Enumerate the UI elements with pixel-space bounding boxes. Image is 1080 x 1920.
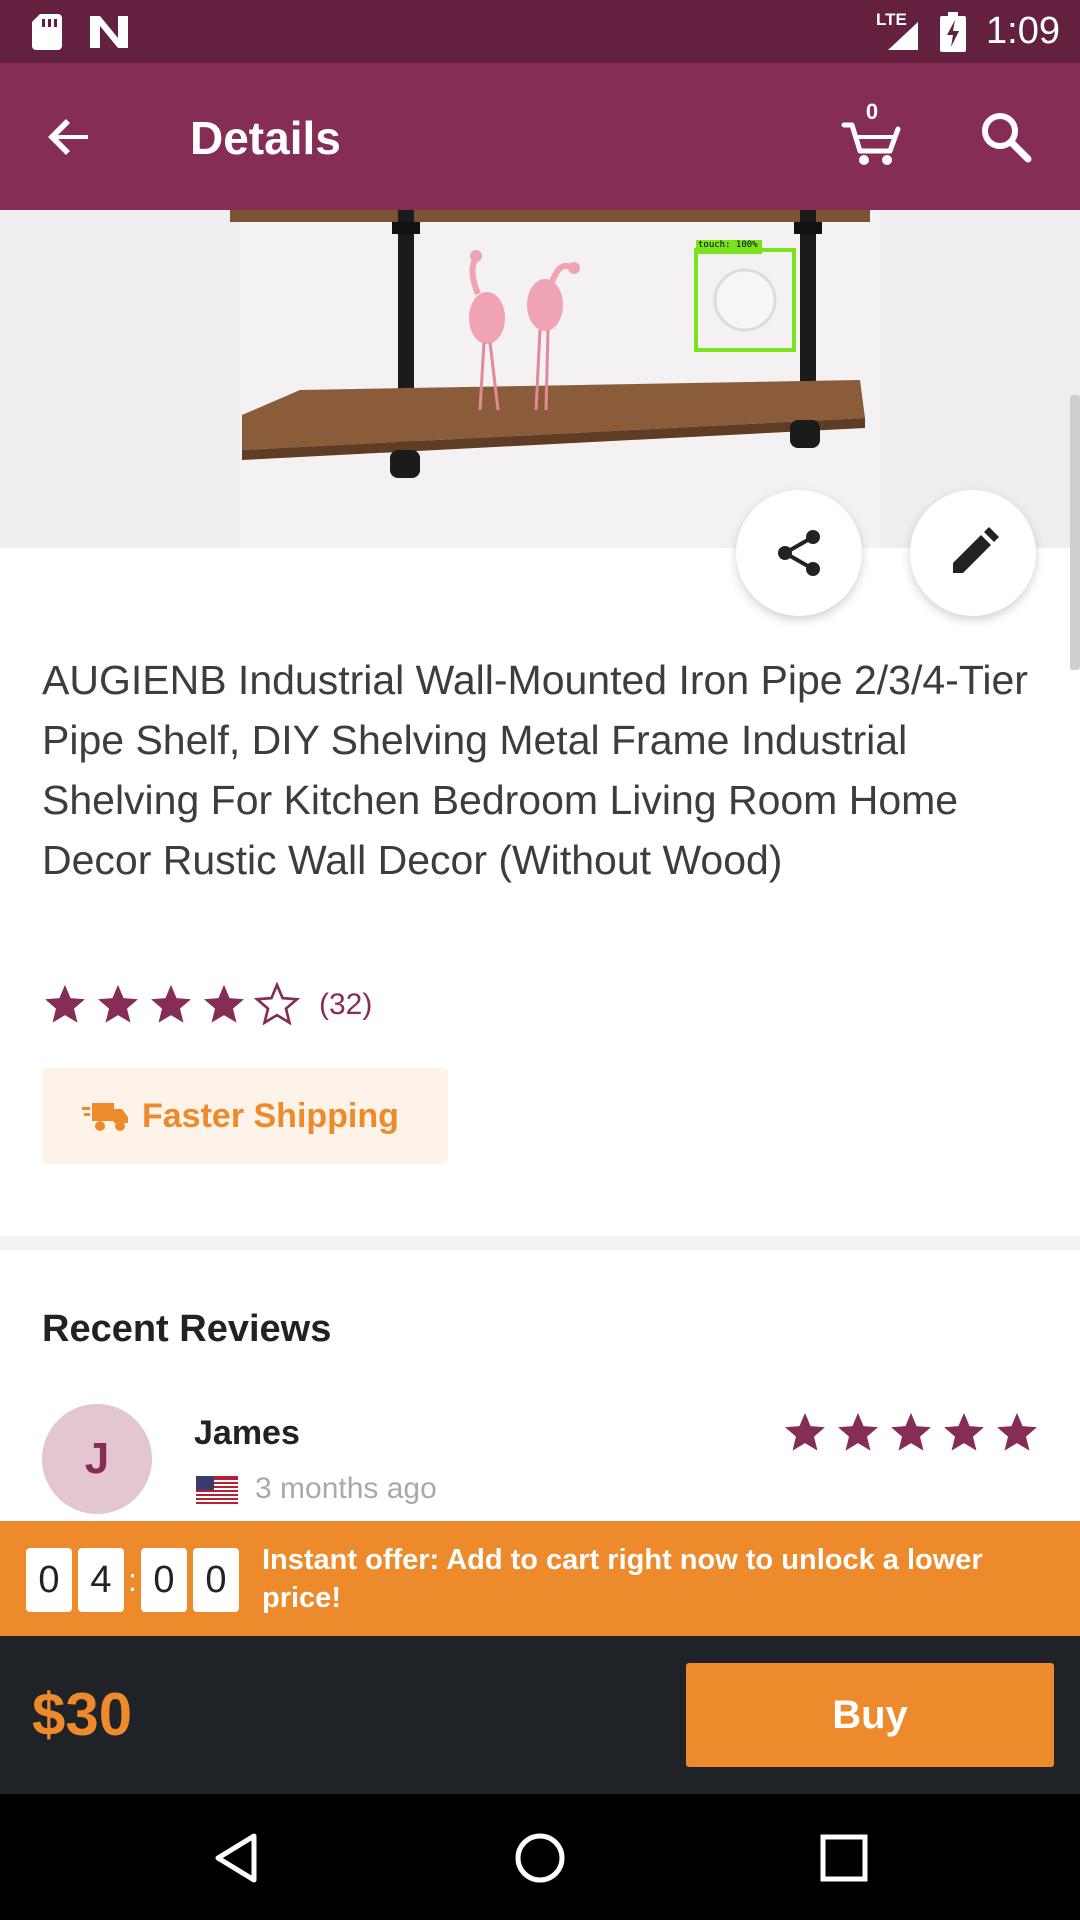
- share-button[interactable]: [736, 490, 862, 616]
- status-bar: LTE 1:09: [0, 0, 1080, 63]
- star-icon: [45, 984, 85, 1023]
- instant-offer-banner[interactable]: 0 4 : 0 0 Instant offer: Add to cart rig…: [0, 1521, 1080, 1636]
- cart-count-badge: 0: [865, 99, 879, 124]
- star-icon: [997, 1412, 1037, 1451]
- star-outline-icon: [254, 982, 300, 1026]
- reviewer-name: James: [194, 1414, 300, 1452]
- timer-digit: 0: [140, 1548, 187, 1612]
- buy-button[interactable]: Buy: [686, 1663, 1054, 1767]
- edit-button[interactable]: [910, 490, 1036, 616]
- review-item[interactable]: J James 3 months ago: [0, 1400, 1080, 1520]
- purchase-bar: $30 Buy: [0, 1636, 1080, 1794]
- faster-shipping-label: Faster Shipping: [142, 1096, 399, 1135]
- product-photo-illustration: [0, 210, 1080, 548]
- system-nav-bar: [0, 1794, 1080, 1920]
- back-arrow-icon[interactable]: [40, 107, 100, 167]
- section-divider: [0, 1236, 1080, 1250]
- review-time: 3 months ago: [255, 1472, 437, 1505]
- timer-digit: 4: [78, 1548, 124, 1612]
- signal-icon: [888, 22, 918, 50]
- avatar: J: [42, 1404, 152, 1514]
- star-icon: [944, 1412, 984, 1451]
- countdown-timer: 0 4 : 0 0: [26, 1548, 245, 1612]
- sd-card-icon: [32, 14, 62, 50]
- battery-charging-icon: [940, 12, 966, 52]
- star-icon: [204, 984, 244, 1023]
- share-icon: [778, 530, 820, 576]
- review-rating: [782, 1410, 1047, 1456]
- clock: 1:09: [986, 10, 1060, 52]
- app-bar: Details 0: [0, 63, 1080, 210]
- scrollbar[interactable]: [1070, 395, 1080, 670]
- star-icon: [151, 984, 191, 1023]
- page-title: Details: [190, 112, 341, 164]
- timer-digit: 0: [192, 1548, 239, 1612]
- review-count: (32): [319, 988, 373, 1021]
- offer-text: Instant offer: Add to cart right now to …: [262, 1544, 983, 1614]
- us-flag-icon: [196, 1476, 238, 1504]
- product-image[interactable]: touch: 100%: [0, 210, 1080, 548]
- n-notification-icon: [90, 16, 128, 48]
- truck-icon: [82, 1103, 128, 1131]
- price: $30: [32, 1681, 133, 1748]
- star-icon: [838, 1412, 878, 1451]
- product-rating[interactable]: (32): [42, 980, 372, 1030]
- nav-home-icon[interactable]: [512, 1830, 568, 1886]
- product-title: AUGIENB Industrial Wall-Mounted Iron Pip…: [42, 657, 1028, 883]
- search-icon[interactable]: [976, 107, 1036, 167]
- star-icon: [98, 984, 138, 1023]
- nav-back-icon[interactable]: [210, 1830, 266, 1886]
- touch-indicator-label: touch: 100%: [698, 240, 758, 250]
- timer-digit: 0: [26, 1548, 72, 1612]
- pencil-icon: [953, 527, 999, 573]
- star-icon: [891, 1412, 931, 1451]
- faster-shipping-badge: Faster Shipping: [42, 1068, 448, 1164]
- timer-separator: :: [128, 1561, 137, 1598]
- recent-reviews-heading: Recent Reviews: [42, 1308, 332, 1350]
- nav-recents-icon[interactable]: [816, 1830, 872, 1886]
- star-icon: [785, 1412, 825, 1451]
